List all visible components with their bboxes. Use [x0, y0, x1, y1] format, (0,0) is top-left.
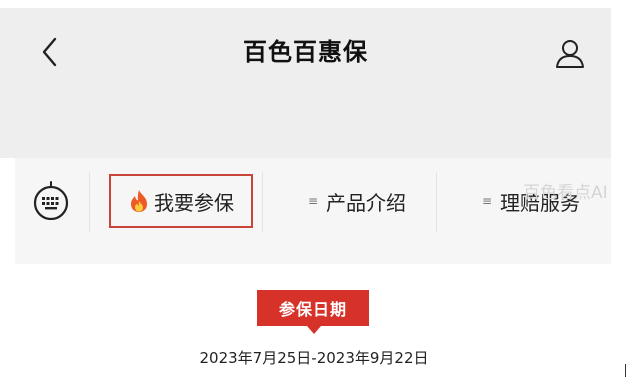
nav-item-label: 产品介绍 [326, 190, 406, 215]
nav-bar: 我要参保 ≡ 产品介绍 ≡ 理赔服务 百色看点AI [15, 158, 611, 264]
nav-item-label: 我要参保 [154, 190, 234, 215]
badge-label: 参保日期 [278, 300, 347, 319]
nav-item-label: 理赔服务 [500, 190, 580, 215]
enrollment-date-range: 2023年7月25日-2023年9月22日 [199, 349, 429, 367]
page-title: 百色百惠保 [243, 38, 368, 66]
header-bar: 百色百惠保 [0, 8, 611, 158]
scroll-indicator [625, 364, 626, 377]
nav-item-claims-service[interactable]: ≡ 理赔服务 [451, 174, 611, 228]
user-icon [556, 40, 584, 68]
nav-divider [262, 172, 263, 232]
nav-divider [89, 172, 90, 232]
badge-pointer [307, 326, 321, 334]
fire-icon [131, 190, 147, 212]
page: 百色百惠保 我要参保 ≡ 产品介绍 ≡ 理赔服务 百色看点AI 参保日期 202… [0, 0, 628, 378]
nav-item-product-intro[interactable]: ≡ 产品介绍 [277, 174, 437, 228]
keyboard-icon [33, 181, 69, 221]
keyboard-button[interactable] [32, 180, 70, 221]
menu-icon: ≡ [308, 194, 319, 208]
nav-item-enroll[interactable]: 我要参保 [109, 174, 253, 228]
menu-icon: ≡ [482, 194, 493, 208]
user-button[interactable] [550, 34, 590, 74]
enrollment-date-badge: 参保日期 [257, 290, 369, 334]
nav-divider [436, 172, 437, 232]
